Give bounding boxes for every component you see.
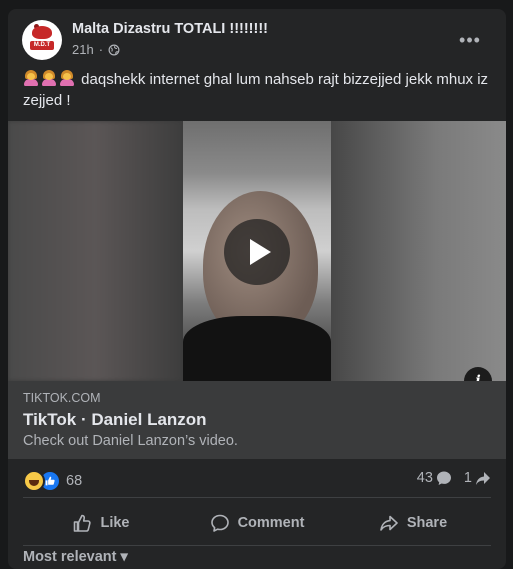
post-text: daqshekk internet ghal lum nahseb rajt b…	[23, 69, 493, 111]
post-card: M.D.T Malta Dizastru TOTALI !!!!!!!! 21h…	[8, 9, 506, 569]
share-icon	[380, 515, 398, 531]
comment-button[interactable]: Comment	[179, 501, 335, 545]
shares-count-link[interactable]: 1	[464, 470, 491, 486]
action-bar: Like Comment Share	[23, 501, 491, 545]
reactions-summary[interactable]: 68	[23, 470, 82, 492]
link-title[interactable]: TikTok · Daniel Lanzon	[23, 410, 207, 430]
play-icon[interactable]	[224, 219, 290, 285]
share-button[interactable]: Share	[335, 501, 491, 545]
globe-icon	[108, 44, 120, 55]
comment-bubble-icon	[436, 471, 451, 485]
page-avatar[interactable]: M.D.T	[22, 20, 62, 60]
facepalm-emoji-group	[23, 70, 81, 88]
page-name[interactable]: Malta Dizastru TOTALI !!!!!!!!	[72, 21, 268, 37]
post-stats: 68 43 1	[23, 469, 491, 492]
meta-separator: ·	[98, 42, 104, 57]
divider	[23, 545, 491, 546]
link-domain: TIKTOK.COM	[23, 391, 101, 405]
share-arrow-icon	[476, 472, 490, 485]
comment-icon	[210, 514, 229, 532]
post-message: daqshekk internet ghal lum nahseb rajt b…	[23, 71, 489, 109]
thumbs-up-icon	[74, 514, 92, 532]
divider	[23, 497, 491, 498]
like-button[interactable]: Like	[23, 501, 179, 545]
link-preview[interactable]: TIKTOK.COM TikTok · Daniel Lanzon Check …	[8, 381, 506, 459]
comments-sort-dropdown[interactable]: Most relevant ▾	[23, 549, 128, 565]
video-preview[interactable]: i	[8, 121, 506, 381]
engagement-counts: 43 1	[417, 470, 491, 486]
post-header: M.D.T Malta Dizastru TOTALI !!!!!!!! 21h…	[22, 18, 492, 62]
post-time[interactable]: 21h	[72, 42, 94, 57]
comments-count-link[interactable]: 43	[417, 470, 452, 486]
chevron-down-icon: ▾	[120, 549, 128, 565]
haha-reaction-icon	[23, 470, 45, 492]
post-meta: 21h ·	[72, 42, 120, 57]
reactions-count: 68	[66, 473, 83, 489]
link-description: Check out Daniel Lanzon’s video.	[23, 433, 238, 449]
more-options-icon[interactable]: •••	[458, 28, 482, 52]
